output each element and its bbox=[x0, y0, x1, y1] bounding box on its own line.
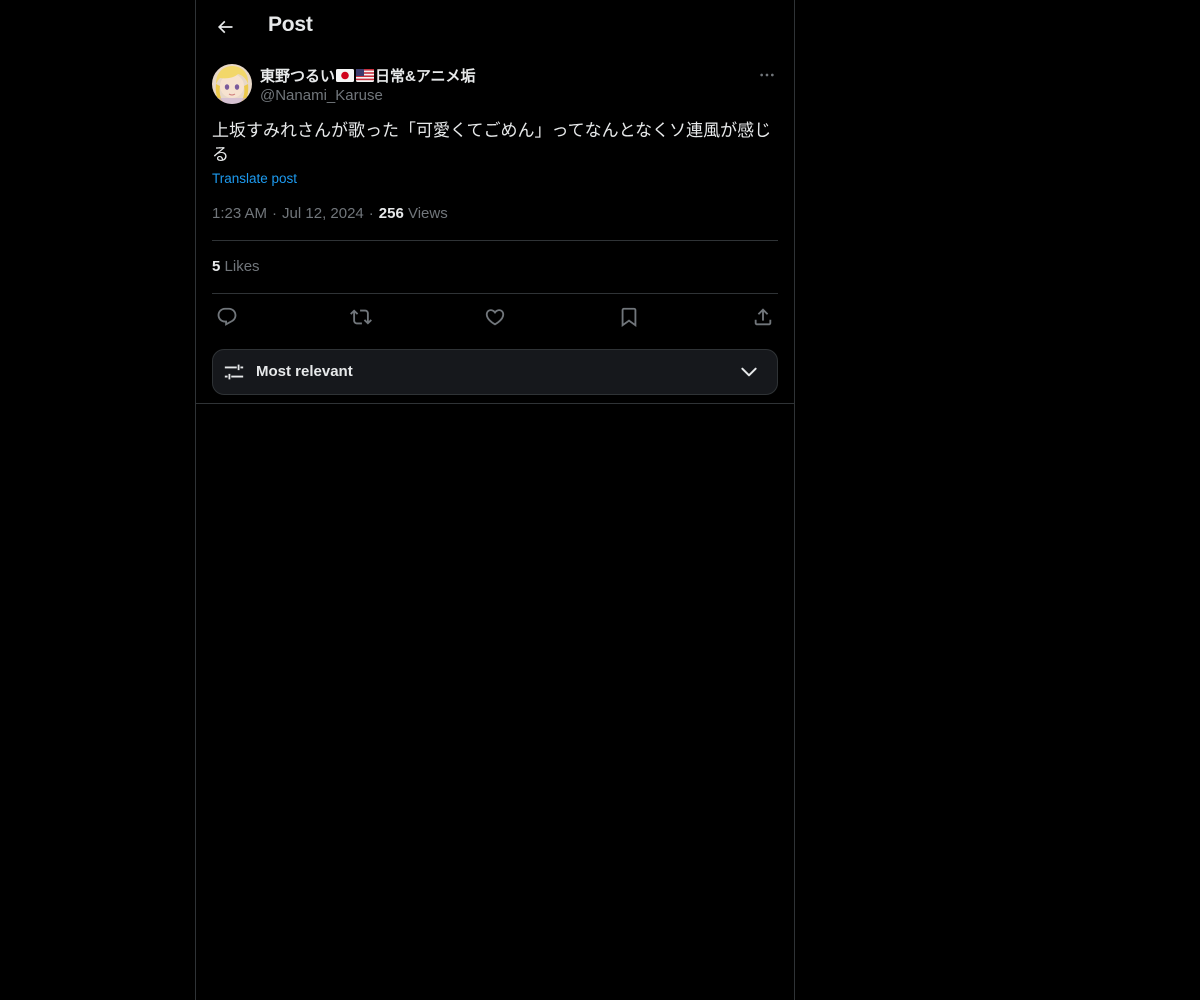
author-name-part2: 日常&アニメ垢 bbox=[375, 68, 476, 85]
translate-post-link[interactable]: Translate post bbox=[212, 171, 297, 186]
reply-button[interactable] bbox=[212, 302, 242, 332]
avatar[interactable] bbox=[212, 64, 252, 104]
reply-icon bbox=[217, 307, 237, 326]
share-button[interactable] bbox=[748, 302, 778, 332]
sort-label: Most relevant bbox=[256, 363, 353, 380]
arrow-left-icon bbox=[217, 20, 233, 34]
bookmark-icon bbox=[621, 307, 637, 328]
bookmark-button[interactable] bbox=[614, 302, 644, 332]
divider bbox=[212, 293, 778, 294]
japan-flag-icon bbox=[336, 69, 355, 82]
share-icon bbox=[754, 308, 772, 326]
more-icon bbox=[760, 73, 774, 77]
post-time[interactable]: 1:23 AM bbox=[212, 205, 267, 222]
like-button[interactable] bbox=[480, 302, 510, 332]
like-icon bbox=[485, 309, 505, 326]
page-title: Post bbox=[268, 13, 313, 36]
page-header: Post bbox=[196, 0, 794, 53]
post-actions bbox=[212, 302, 778, 332]
likes-count: 5 bbox=[212, 258, 221, 275]
filter-icon bbox=[224, 364, 244, 380]
author-handle[interactable]: @Nanami_Karuse bbox=[260, 87, 383, 104]
chevron-down-icon bbox=[741, 367, 757, 377]
post-column: Post 東野つるい 日常&アニメ垢 @Nanami_Karuse 上坂すみれさ… bbox=[195, 0, 795, 1000]
likes-stat[interactable]: 5 Likes bbox=[212, 258, 260, 275]
more-button[interactable] bbox=[756, 64, 778, 86]
avatar-image bbox=[212, 64, 252, 104]
usa-flag-icon bbox=[356, 69, 375, 82]
post-author: 東野つるい 日常&アニメ垢 @Nanami_Karuse bbox=[212, 64, 778, 108]
views-label: Views bbox=[407, 205, 448, 222]
reply-sort-dropdown[interactable]: Most relevant bbox=[212, 349, 778, 395]
back-button[interactable] bbox=[208, 10, 242, 44]
repost-icon bbox=[350, 309, 372, 325]
divider bbox=[196, 403, 794, 404]
views-count: 256 bbox=[378, 205, 404, 222]
post-meta: 1:23 AM · Jul 12, 2024 · 256 Views bbox=[212, 205, 448, 222]
post-text: 上坂すみれさんが歌った「可愛くてごめん」ってなんとなくソ連風が感じる bbox=[212, 121, 772, 165]
repost-button[interactable] bbox=[346, 302, 376, 332]
divider bbox=[212, 240, 778, 241]
author-name-part1: 東野つるい bbox=[260, 68, 336, 85]
post-date[interactable]: Jul 12, 2024 bbox=[282, 205, 364, 222]
author-name[interactable]: 東野つるい 日常&アニメ垢 bbox=[260, 65, 476, 86]
likes-label: Likes bbox=[224, 258, 260, 275]
